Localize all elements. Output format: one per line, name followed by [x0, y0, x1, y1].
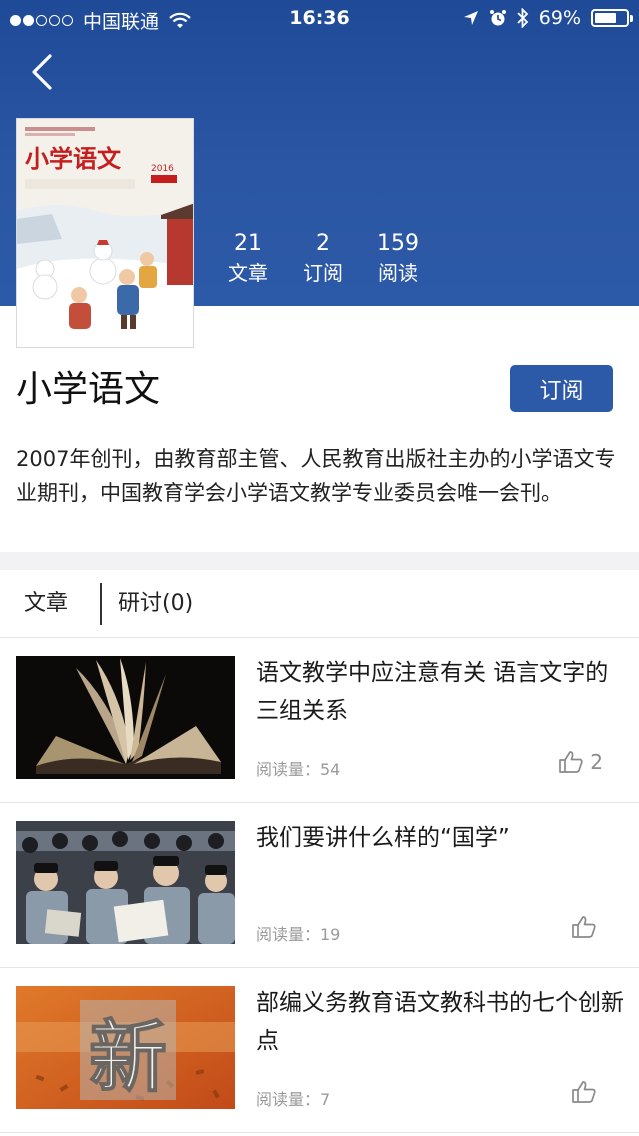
article-thumbnail-students — [16, 821, 235, 944]
article-item[interactable]: 我们要讲什么样的“国学” 阅读量：19 — [0, 803, 639, 968]
article-item[interactable]: 语文教学中应注意有关 语言文字的三组关系 阅读量：54 2 — [0, 638, 639, 803]
article-title[interactable]: 部编义务教育语文教科书的七个创新点 — [256, 984, 626, 1060]
like-button[interactable]: 2 — [558, 750, 603, 774]
battery-icon — [591, 9, 633, 27]
section-divider — [0, 552, 639, 570]
magazine-title: 小学语文 — [16, 369, 161, 410]
article-thumbnail-book — [16, 656, 235, 779]
article-read-count: 阅读量：54 — [256, 760, 341, 779]
thumbs-up-icon — [572, 1081, 596, 1103]
tab-separator — [100, 583, 102, 625]
subscribe-button[interactable]: 订阅 — [510, 365, 613, 412]
content-tabs: 文章 研讨(0) — [0, 570, 639, 638]
cover-year-text: 2016 — [151, 164, 174, 174]
battery-percent: 69% — [538, 7, 581, 29]
stat-subscriptions[interactable]: 2 订阅 — [283, 230, 363, 288]
alarm-icon — [489, 10, 506, 26]
thumb-xin-character: 新 — [89, 1012, 167, 1103]
magazine-cover-image: 小学语文 2016 — [16, 118, 194, 348]
like-button[interactable] — [571, 1080, 603, 1104]
status-bar: 中国联通 16:36 69% — [0, 0, 639, 38]
thumbs-up-icon — [559, 751, 583, 773]
tab-discussion[interactable]: 研讨(0) — [118, 570, 193, 638]
stat-reads[interactable]: 159 阅读 — [358, 230, 438, 288]
stat-articles[interactable]: 21 文章 — [208, 230, 288, 288]
like-button[interactable] — [571, 915, 603, 939]
like-count: 2 — [590, 750, 603, 774]
location-icon — [463, 11, 478, 25]
article-title[interactable]: 语文教学中应注意有关 语言文字的三组关系 — [256, 654, 626, 730]
article-read-count: 阅读量：19 — [256, 925, 341, 944]
bluetooth-icon — [517, 8, 529, 28]
thumbs-up-icon — [572, 916, 596, 938]
back-button[interactable] — [28, 52, 58, 92]
article-title[interactable]: 我们要讲什么样的“国学” — [256, 819, 626, 857]
magazine-description: 2007年创刊，由教育部主管、人民教育出版社主办的小学语文专业期刊，中国教育学会… — [16, 447, 616, 505]
article-thumbnail-new: 新 — [16, 986, 235, 1109]
cover-title-text: 小学语文 — [25, 144, 122, 173]
article-item[interactable]: 新 部编义务教育语文教科书的七个创新点 阅读量：7 — [0, 968, 639, 1133]
tab-articles[interactable]: 文章 — [24, 570, 68, 638]
article-read-count: 阅读量：7 — [256, 1090, 331, 1109]
